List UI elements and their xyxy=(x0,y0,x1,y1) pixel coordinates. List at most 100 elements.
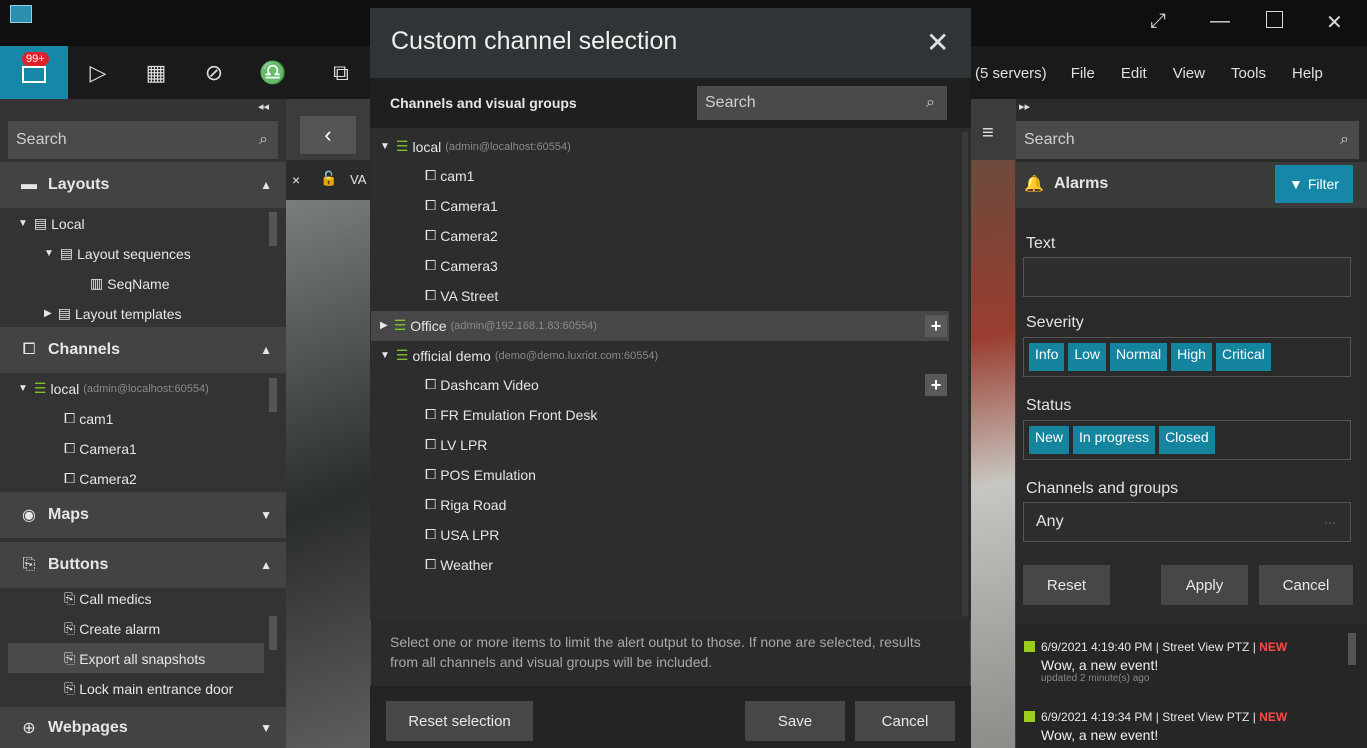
channels-groups-label: Channels and groups xyxy=(1026,480,1179,497)
cancel-filter-button[interactable]: Cancel xyxy=(1259,565,1353,605)
status-tag-in-progress[interactable]: In progress xyxy=(1073,426,1156,454)
text-filter-input[interactable] xyxy=(1023,257,1351,297)
severity-tag-normal[interactable]: Normal xyxy=(1110,343,1168,371)
channel-item[interactable]: ⧠ LV LPR xyxy=(425,436,487,453)
channels-groups-selector[interactable]: Any ··· xyxy=(1023,502,1351,542)
caret-down-icon: ▼ xyxy=(380,141,390,152)
chevron-up-icon: ▲ xyxy=(260,558,272,572)
tree-item-layout-templates[interactable]: ▶ ▤ Layout templates xyxy=(44,305,182,322)
reset-selection-button[interactable]: Reset selection xyxy=(386,701,533,741)
left-search-input[interactable]: Search ⌕ xyxy=(8,121,278,159)
channel-item[interactable]: ⧠ USA LPR xyxy=(425,526,499,543)
channel-item[interactable]: ⧠ Camera1 xyxy=(425,197,498,214)
layout-grid-icon[interactable]: ▦ xyxy=(140,58,172,88)
severity-tag-high[interactable]: High xyxy=(1171,343,1212,371)
channel-item[interactable]: ⧠ Camera3 xyxy=(425,257,498,274)
tab-close-icon[interactable]: × xyxy=(292,172,300,188)
tree-label: SeqName xyxy=(107,275,170,292)
tree-item-layout-sequences[interactable]: ▼ ▤ Layout sequences xyxy=(44,245,191,262)
hamburger-icon[interactable]: ≡ xyxy=(982,122,994,145)
status-tag-closed[interactable]: Closed xyxy=(1159,426,1215,454)
menu-tools[interactable]: Tools xyxy=(1231,65,1266,82)
section-webpages[interactable]: ⊕ Webpages ▼ xyxy=(0,707,286,748)
minimize-icon[interactable]: — xyxy=(1210,10,1230,33)
button-item[interactable]: ⎘ Call medics xyxy=(64,590,152,607)
menu-edit[interactable]: Edit xyxy=(1121,65,1147,82)
dialog-close-icon[interactable]: ✕ xyxy=(926,26,949,59)
section-buttons[interactable]: ⎘ Buttons ▲ xyxy=(0,542,286,588)
play-icon[interactable]: ▷ xyxy=(82,58,114,88)
scrollbar[interactable] xyxy=(269,212,277,246)
group-office[interactable]: ▶ ☰ Office (admin@192.168.1.83:60554) xyxy=(380,317,597,334)
add-icon[interactable]: + xyxy=(925,374,947,396)
event-state: NEW xyxy=(1259,640,1288,654)
tree-item-channel[interactable]: ⧠ Camera2 xyxy=(64,470,137,487)
bell-icon[interactable]: ♎ xyxy=(257,58,289,88)
section-maps[interactable]: ◉ Maps ▼ xyxy=(0,492,286,538)
section-webpages-title: Webpages xyxy=(48,718,128,736)
group-name: official demo xyxy=(412,347,491,364)
add-icon[interactable]: + xyxy=(925,315,947,337)
dialog-search-input[interactable]: Search ⌕ xyxy=(697,86,947,120)
collapse-right-icon[interactable]: ▸▸ xyxy=(1019,100,1030,113)
apply-button[interactable]: Apply xyxy=(1161,565,1248,605)
ptz-icon[interactable]: ⊘ xyxy=(198,58,230,88)
lock-open-icon[interactable]: 🔓 xyxy=(320,170,337,187)
status-tag-new[interactable]: New xyxy=(1029,426,1070,454)
section-layouts[interactable]: ▬ Layouts ▲ xyxy=(0,162,286,208)
menu-help[interactable]: Help xyxy=(1292,65,1323,82)
event-item[interactable]: 6/9/2021 4:19:40 PM | Street View PTZ | … xyxy=(1024,640,1287,684)
event-scrollbar[interactable] xyxy=(1348,633,1356,665)
layouts-icon: ▬ xyxy=(21,176,37,193)
channel-item[interactable]: ⧠ Riga Road xyxy=(425,496,506,513)
expand-icon[interactable]: ⤢ xyxy=(1150,10,1166,33)
group-official-demo[interactable]: ▼ ☰ official demo (demo@demo.luxriot.com… xyxy=(380,347,658,364)
button-item[interactable]: ⎘ Create alarm xyxy=(64,620,160,637)
channel-item[interactable]: ⧠ Camera2 xyxy=(425,227,498,244)
button-item[interactable]: ⎘ Lock main entrance door xyxy=(64,680,233,697)
event-source: Street View PTZ xyxy=(1162,710,1250,724)
menu-file[interactable]: File xyxy=(1071,65,1095,82)
tree-item-channel[interactable]: ⧠ cam1 xyxy=(64,410,113,427)
camera-icon: ⧠ xyxy=(425,526,437,542)
filter-button[interactable]: ▼ Filter xyxy=(1275,165,1353,203)
tree-item-seqname[interactable]: ▥ SeqName xyxy=(90,275,170,292)
channel-item[interactable]: ⧠ VA Street xyxy=(425,287,498,304)
tree-item-local[interactable]: ▼ ▤ Local xyxy=(18,215,85,232)
chevron-down-icon: ▼ xyxy=(260,720,272,735)
channel-item[interactable]: ⧠ cam1 xyxy=(425,167,474,184)
dialog-search-placeholder: Search xyxy=(705,94,756,111)
right-search-input[interactable]: Search ⌕ xyxy=(1016,121,1359,159)
section-channels[interactable]: ⧠ Channels ▲ xyxy=(0,327,286,373)
window-icon[interactable]: ⧉ xyxy=(325,58,357,88)
reset-button[interactable]: Reset xyxy=(1023,565,1110,605)
group-local[interactable]: ▼ ☰ local (admin@localhost:60554) xyxy=(380,138,571,155)
scrollbar[interactable] xyxy=(269,616,277,650)
save-button[interactable]: Save xyxy=(745,701,845,741)
close-icon[interactable]: ✕ xyxy=(1326,10,1343,35)
menu-view[interactable]: View xyxy=(1173,65,1205,82)
severity-tag-low[interactable]: Low xyxy=(1068,343,1107,371)
button-cursor-icon: ⎘ xyxy=(64,590,76,606)
severity-tag-info[interactable]: Info xyxy=(1029,343,1065,371)
event-item[interactable]: 6/9/2021 4:19:34 PM | Street View PTZ | … xyxy=(1024,710,1287,743)
collapse-left-icon[interactable]: ◂◂ xyxy=(258,100,269,113)
tree-item-server-local[interactable]: ▼ ☰ local (admin@localhost:60554) xyxy=(18,380,209,397)
button-cursor-icon: ⎘ xyxy=(64,680,76,696)
more-options-icon[interactable]: ··· xyxy=(1324,515,1336,529)
search-icon: ⌕ xyxy=(259,131,268,148)
maximize-icon[interactable] xyxy=(1266,11,1283,28)
servers-label[interactable]: (5 servers) xyxy=(975,65,1047,82)
tree-item-channel[interactable]: ⧠ Camera1 xyxy=(64,440,137,457)
button-item[interactable]: ⎘ Export all snapshots xyxy=(64,650,205,667)
channel-item[interactable]: ⧠ Dashcam Video xyxy=(425,376,539,393)
severity-tag-critical[interactable]: Critical xyxy=(1215,343,1271,371)
cancel-button[interactable]: Cancel xyxy=(855,701,955,741)
channel-item[interactable]: ⧠ POS Emulation xyxy=(425,466,536,483)
camera-icon: ⧠ xyxy=(425,287,437,303)
channel-item[interactable]: ⧠ Weather xyxy=(425,556,493,573)
channel-item[interactable]: ⧠ FR Emulation Front Desk xyxy=(425,406,597,423)
dialog-scrollbar[interactable] xyxy=(962,132,968,616)
back-icon[interactable]: ‹ xyxy=(300,116,356,154)
scrollbar[interactable] xyxy=(269,378,277,412)
